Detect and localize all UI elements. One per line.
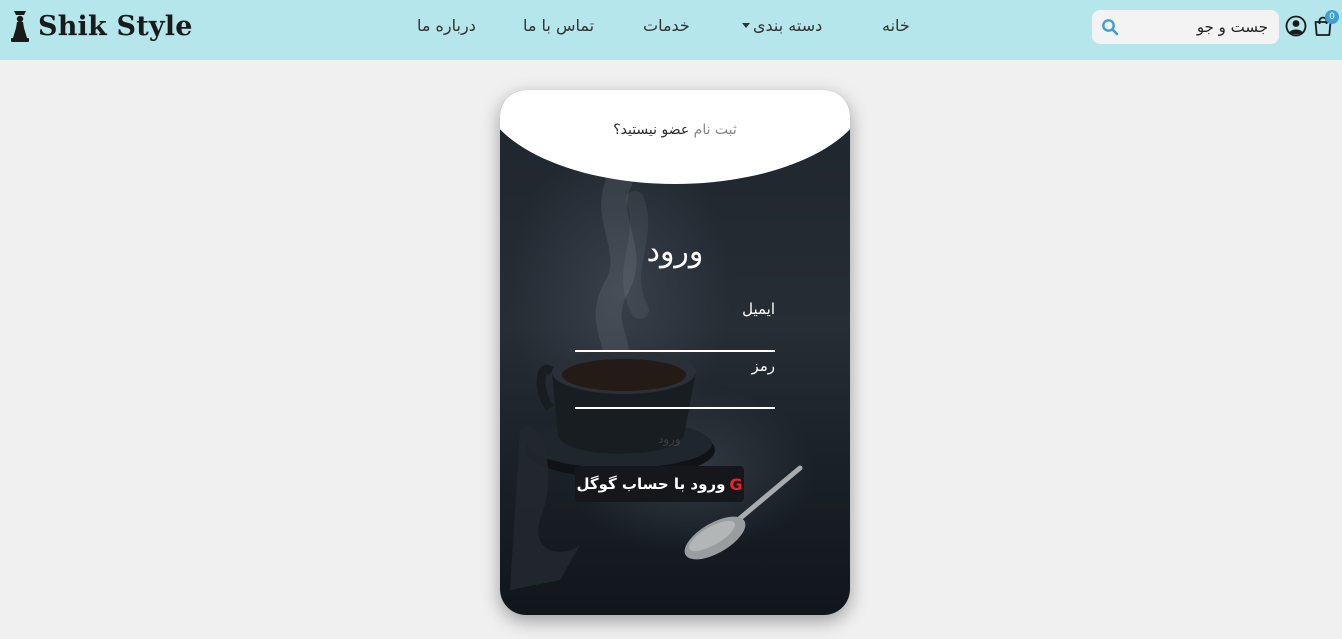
brand-name: Shik Style bbox=[38, 10, 193, 42]
brand[interactable]: Shik Style bbox=[8, 4, 193, 48]
login-title: ورود bbox=[646, 234, 704, 269]
email-input[interactable] bbox=[575, 322, 775, 352]
nav-services[interactable]: خدمات bbox=[643, 16, 690, 35]
email-label: ایمیل bbox=[742, 300, 775, 318]
password-label: رمز bbox=[751, 357, 775, 375]
google-login-button[interactable]: G ورود با حساب گوگل bbox=[575, 466, 744, 502]
cart-count-badge: 0 bbox=[1325, 10, 1339, 24]
nav-home[interactable]: خانه bbox=[882, 16, 910, 35]
signup-link[interactable]: ثبت نام bbox=[694, 122, 737, 138]
nav-categories-dropdown[interactable]: دسته بندی bbox=[742, 16, 822, 35]
signup-question: عضو نیستید؟ bbox=[613, 122, 690, 138]
nav-about[interactable]: درباره ما bbox=[417, 16, 476, 35]
login-card: ثبت نام عضو نیستید؟ ورود ایمیل رمز ورود … bbox=[500, 90, 850, 615]
login-submit-button[interactable]: ورود bbox=[658, 432, 681, 446]
nav-contact[interactable]: تماس با ما bbox=[523, 16, 594, 35]
email-field: ایمیل bbox=[575, 300, 775, 352]
user-circle-icon[interactable] bbox=[1285, 15, 1307, 37]
search-box bbox=[1092, 10, 1279, 44]
google-icon: G bbox=[729, 474, 743, 494]
google-login-label: ورود با حساب گوگل bbox=[576, 475, 726, 493]
chess-figure-icon bbox=[11, 11, 29, 42]
search-icon[interactable] bbox=[1101, 18, 1119, 36]
password-input[interactable] bbox=[575, 379, 775, 409]
nav-categories-label: دسته بندی bbox=[753, 16, 823, 35]
search-input[interactable] bbox=[1122, 10, 1272, 44]
navbar: Shik Style درباره ما تماس با ما خدمات دس… bbox=[0, 0, 1342, 60]
signup-prompt: ثبت نام عضو نیستید؟ bbox=[500, 122, 850, 138]
password-field: رمز bbox=[575, 357, 775, 409]
caret-down-icon bbox=[742, 22, 750, 28]
